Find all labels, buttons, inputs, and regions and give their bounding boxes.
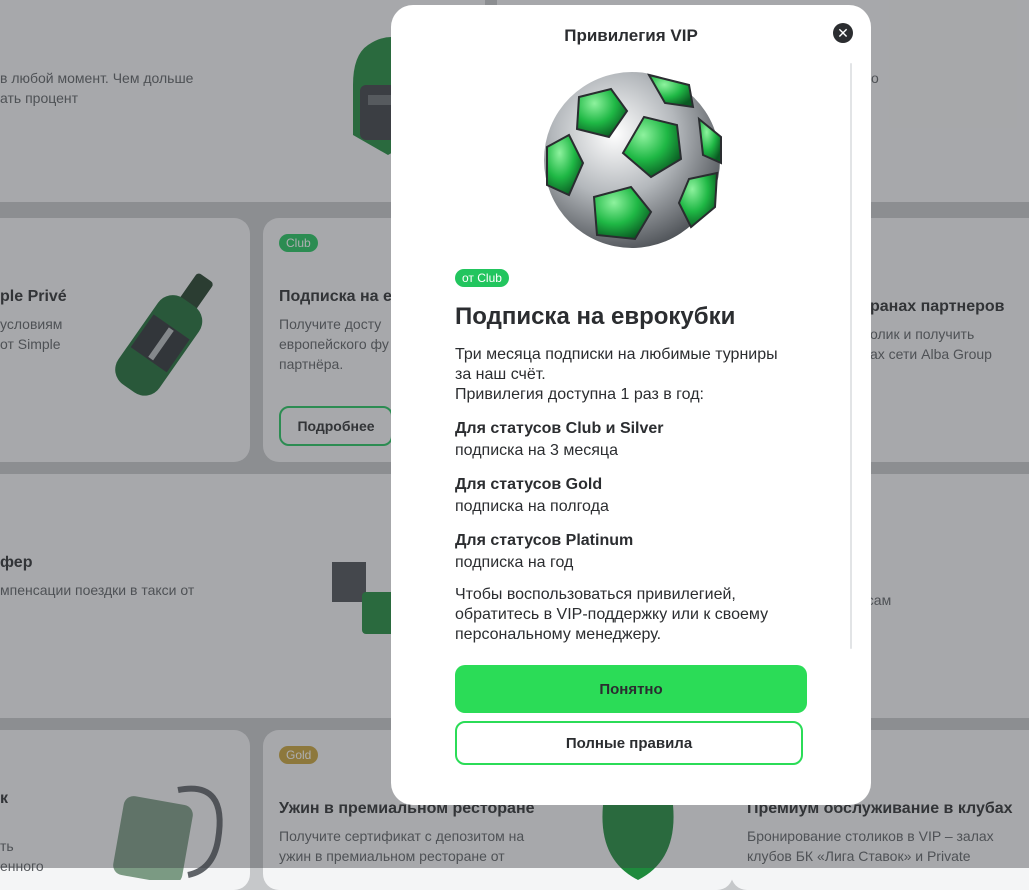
privilege-modal: Привилегия VIP ✕ от Club Подписка на евр…: [391, 5, 871, 805]
intro-line: Привилегия доступна 1 раз в год:: [455, 386, 704, 403]
outro-line: обратитесь в VIP-поддержку или к своему: [455, 606, 769, 623]
understood-button[interactable]: Понятно: [455, 665, 807, 713]
full-rules-button[interactable]: Полные правила: [455, 721, 803, 765]
outro-line: Чтобы воспользоваться привилегией,: [455, 586, 736, 603]
privilege-heading: Подписка на еврокубки: [455, 303, 736, 330]
outro-line: персональному менеджеру.: [455, 626, 662, 643]
scrollbar[interactable]: [850, 63, 852, 649]
tier-value: подписка на полгода: [455, 498, 609, 515]
soccer-ball-image: [544, 72, 722, 248]
tier-status: Для статусов Gold: [455, 476, 603, 493]
tier-status: Для статусов Club и Silver: [455, 420, 664, 437]
tier-status: Для статусов Platinum: [455, 532, 634, 549]
tier-value: подписка на 3 месяца: [455, 442, 618, 459]
status-badge: от Club: [455, 269, 509, 287]
modal-title: Привилегия VIP: [564, 26, 698, 45]
intro-line: за наш счёт.: [455, 366, 546, 383]
intro-line: Три месяца подписки на любимые турниры: [455, 346, 778, 363]
tier-value: подписка на год: [455, 554, 574, 571]
close-icon[interactable]: ✕: [833, 23, 853, 43]
